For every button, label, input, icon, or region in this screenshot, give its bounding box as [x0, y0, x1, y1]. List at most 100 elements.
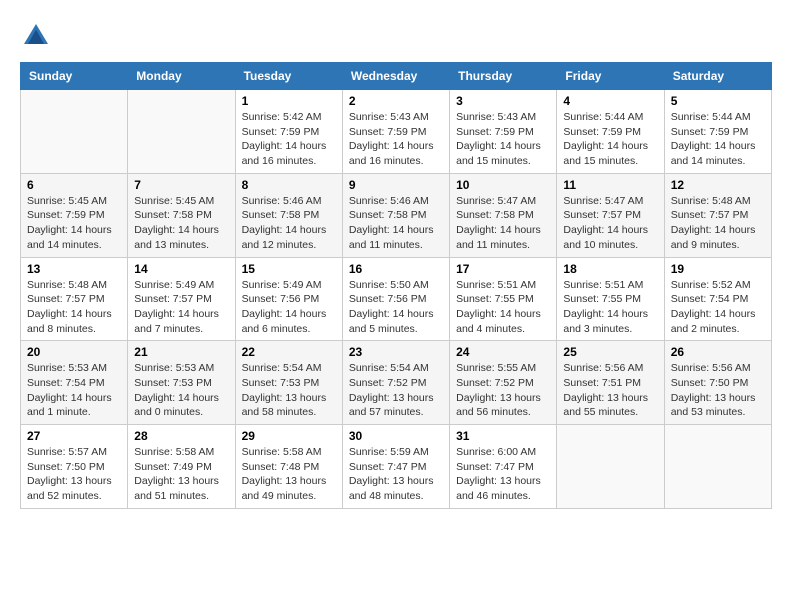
- calendar-cell: 12 Sunrise: 5:48 AM Sunset: 7:57 PM Dayli…: [664, 173, 771, 257]
- calendar-cell: 7 Sunrise: 5:45 AM Sunset: 7:58 PM Daylig…: [128, 173, 235, 257]
- day-number: 7: [134, 178, 228, 192]
- calendar-cell: 21Sunrise: 5:53 AM Sunset: 7:53 PM Dayli…: [128, 341, 235, 425]
- calendar-cell: 10Sunrise: 5:47 AM Sunset: 7:58 PM Dayli…: [450, 173, 557, 257]
- day-number: 24: [456, 345, 550, 359]
- day-number: 23: [349, 345, 443, 359]
- calendar-cell: 14 Sunrise: 5:49 AM Sunset: 7:57 PM Dayli…: [128, 257, 235, 341]
- day-number: 25: [563, 345, 657, 359]
- logo: [20, 20, 56, 52]
- calendar-cell: [128, 90, 235, 174]
- day-info: Sunrise: 5:54 AM Sunset: 7:52 PM Dayligh…: [349, 361, 443, 420]
- day-info: Sunrise: 5:58 AM Sunset: 7:48 PM Dayligh…: [242, 445, 336, 504]
- day-number: 18: [563, 262, 657, 276]
- day-info: Sunrise: 5:59 AM Sunset: 7:47 PM Dayligh…: [349, 445, 443, 504]
- calendar-cell: 6 Sunrise: 5:45 AM Sunset: 7:59 PM Daylig…: [21, 173, 128, 257]
- day-info: Sunrise: 5:48 AM Sunset: 7:57 PM Dayligh…: [671, 194, 765, 253]
- day-number: 12: [671, 178, 765, 192]
- day-number: 14: [134, 262, 228, 276]
- day-info: Sunrise: 5:45 AM Sunset: 7:58 PM Dayligh…: [134, 194, 228, 253]
- day-info: Sunrise: 5:45 AM Sunset: 7:59 PM Dayligh…: [27, 194, 121, 253]
- day-info: Sunrise: 5:56 AM Sunset: 7:51 PM Dayligh…: [563, 361, 657, 420]
- day-number: 27: [27, 429, 121, 443]
- day-info: Sunrise: 5:44 AM Sunset: 7:59 PM Dayligh…: [671, 110, 765, 169]
- day-info: Sunrise: 5:51 AM Sunset: 7:55 PM Dayligh…: [456, 278, 550, 337]
- calendar-cell: 11 Sunrise: 5:47 AM Sunset: 7:57 PM Dayli…: [557, 173, 664, 257]
- calendar-cell: 24 Sunrise: 5:55 AM Sunset: 7:52 PM Dayli…: [450, 341, 557, 425]
- calendar-cell: 17 Sunrise: 5:51 AM Sunset: 7:55 PM Dayli…: [450, 257, 557, 341]
- day-info: Sunrise: 5:52 AM Sunset: 7:54 PM Dayligh…: [671, 278, 765, 337]
- day-number: 31: [456, 429, 550, 443]
- day-info: Sunrise: 5:50 AM Sunset: 7:56 PM Dayligh…: [349, 278, 443, 337]
- day-info: Sunrise: 5:55 AM Sunset: 7:52 PM Dayligh…: [456, 361, 550, 420]
- day-number: 19: [671, 262, 765, 276]
- day-info: Sunrise: 6:00 AM Sunset: 7:47 PM Dayligh…: [456, 445, 550, 504]
- weekday-header-monday: Monday: [128, 63, 235, 90]
- day-number: 22: [242, 345, 336, 359]
- calendar-cell: 1Sunrise: 5:42 AM Sunset: 7:59 PM Daylig…: [235, 90, 342, 174]
- day-number: 26: [671, 345, 765, 359]
- weekday-header-sunday: Sunday: [21, 63, 128, 90]
- calendar-cell: 23 Sunrise: 5:54 AM Sunset: 7:52 PM Dayli…: [342, 341, 449, 425]
- logo-icon: [20, 20, 52, 52]
- calendar-cell: 9 Sunrise: 5:46 AM Sunset: 7:58 PM Daylig…: [342, 173, 449, 257]
- day-number: 2: [349, 94, 443, 108]
- calendar-cell: 2Sunrise: 5:43 AM Sunset: 7:59 PM Daylig…: [342, 90, 449, 174]
- day-number: 20: [27, 345, 121, 359]
- calendar-cell: 8Sunrise: 5:46 AM Sunset: 7:58 PM Daylig…: [235, 173, 342, 257]
- calendar-cell: 29 Sunrise: 5:58 AM Sunset: 7:48 PM Dayli…: [235, 425, 342, 509]
- calendar-cell: 25 Sunrise: 5:56 AM Sunset: 7:51 PM Dayli…: [557, 341, 664, 425]
- day-info: Sunrise: 5:49 AM Sunset: 7:57 PM Dayligh…: [134, 278, 228, 337]
- calendar: SundayMondayTuesdayWednesdayThursdayFrid…: [20, 62, 772, 509]
- day-number: 4: [563, 94, 657, 108]
- calendar-week-2: 6 Sunrise: 5:45 AM Sunset: 7:59 PM Daylig…: [21, 173, 772, 257]
- day-number: 28: [134, 429, 228, 443]
- calendar-cell: 18 Sunrise: 5:51 AM Sunset: 7:55 PM Dayli…: [557, 257, 664, 341]
- day-info: Sunrise: 5:54 AM Sunset: 7:53 PM Dayligh…: [242, 361, 336, 420]
- calendar-cell: 16 Sunrise: 5:50 AM Sunset: 7:56 PM Dayli…: [342, 257, 449, 341]
- calendar-cell: 4 Sunrise: 5:44 AM Sunset: 7:59 PM Daylig…: [557, 90, 664, 174]
- day-info: Sunrise: 5:48 AM Sunset: 7:57 PM Dayligh…: [27, 278, 121, 337]
- day-number: 15: [242, 262, 336, 276]
- calendar-week-1: 1Sunrise: 5:42 AM Sunset: 7:59 PM Daylig…: [21, 90, 772, 174]
- day-info: Sunrise: 5:57 AM Sunset: 7:50 PM Dayligh…: [27, 445, 121, 504]
- weekday-header-saturday: Saturday: [664, 63, 771, 90]
- calendar-week-3: 13 Sunrise: 5:48 AM Sunset: 7:57 PM Dayli…: [21, 257, 772, 341]
- day-number: 5: [671, 94, 765, 108]
- day-number: 17: [456, 262, 550, 276]
- day-info: Sunrise: 5:51 AM Sunset: 7:55 PM Dayligh…: [563, 278, 657, 337]
- day-info: Sunrise: 5:46 AM Sunset: 7:58 PM Dayligh…: [349, 194, 443, 253]
- day-number: 1: [242, 94, 336, 108]
- calendar-cell: 27 Sunrise: 5:57 AM Sunset: 7:50 PM Dayli…: [21, 425, 128, 509]
- day-number: 11: [563, 178, 657, 192]
- calendar-cell: 30 Sunrise: 5:59 AM Sunset: 7:47 PM Dayli…: [342, 425, 449, 509]
- day-info: Sunrise: 5:56 AM Sunset: 7:50 PM Dayligh…: [671, 361, 765, 420]
- day-number: 9: [349, 178, 443, 192]
- weekday-header-friday: Friday: [557, 63, 664, 90]
- header: [20, 20, 772, 52]
- day-info: Sunrise: 5:47 AM Sunset: 7:57 PM Dayligh…: [563, 194, 657, 253]
- day-info: Sunrise: 5:44 AM Sunset: 7:59 PM Dayligh…: [563, 110, 657, 169]
- calendar-week-5: 27 Sunrise: 5:57 AM Sunset: 7:50 PM Dayli…: [21, 425, 772, 509]
- weekday-header-wednesday: Wednesday: [342, 63, 449, 90]
- day-number: 13: [27, 262, 121, 276]
- calendar-cell: 28 Sunrise: 5:58 AM Sunset: 7:49 PM Dayli…: [128, 425, 235, 509]
- weekday-header-tuesday: Tuesday: [235, 63, 342, 90]
- day-number: 6: [27, 178, 121, 192]
- calendar-cell: 5 Sunrise: 5:44 AM Sunset: 7:59 PM Daylig…: [664, 90, 771, 174]
- calendar-cell: 26 Sunrise: 5:56 AM Sunset: 7:50 PM Dayli…: [664, 341, 771, 425]
- weekday-header-thursday: Thursday: [450, 63, 557, 90]
- day-number: 29: [242, 429, 336, 443]
- day-info: Sunrise: 5:49 AM Sunset: 7:56 PM Dayligh…: [242, 278, 336, 337]
- day-number: 8: [242, 178, 336, 192]
- calendar-cell: [21, 90, 128, 174]
- day-number: 30: [349, 429, 443, 443]
- calendar-week-4: 20 Sunrise: 5:53 AM Sunset: 7:54 PM Dayli…: [21, 341, 772, 425]
- calendar-cell: 15 Sunrise: 5:49 AM Sunset: 7:56 PM Dayli…: [235, 257, 342, 341]
- day-info: Sunrise: 5:58 AM Sunset: 7:49 PM Dayligh…: [134, 445, 228, 504]
- day-number: 16: [349, 262, 443, 276]
- day-info: Sunrise: 5:53 AM Sunset: 7:53 PM Dayligh…: [134, 361, 228, 420]
- calendar-cell: [557, 425, 664, 509]
- calendar-cell: 19 Sunrise: 5:52 AM Sunset: 7:54 PM Dayli…: [664, 257, 771, 341]
- calendar-cell: 13 Sunrise: 5:48 AM Sunset: 7:57 PM Dayli…: [21, 257, 128, 341]
- day-info: Sunrise: 5:53 AM Sunset: 7:54 PM Dayligh…: [27, 361, 121, 420]
